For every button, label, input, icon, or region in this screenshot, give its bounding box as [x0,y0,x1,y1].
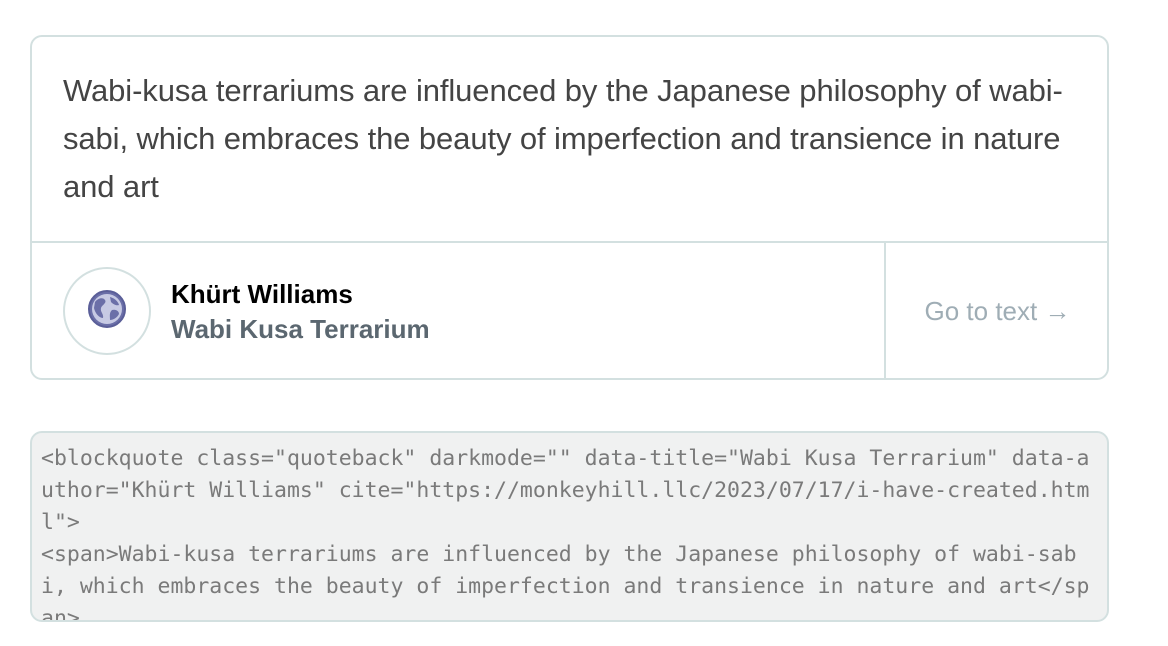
embed-code-box: <blockquote class="quoteback" darkmode="… [30,431,1109,622]
quoteback-card: Wabi-kusa terrariums are influenced by t… [30,35,1109,380]
author-name: Khürt Williams [171,279,353,309]
avatar [63,267,151,355]
quote-footer: Khürt Williams Wabi Kusa Terrarium Go to… [32,243,1107,378]
globe-icon [86,288,128,335]
go-to-text-link[interactable]: Go to text → [886,243,1107,378]
quote-text: Wabi-kusa terrariums are influenced by t… [63,73,1063,204]
source-title: Wabi Kusa Terrarium [171,314,430,344]
embed-code-text[interactable]: <blockquote class="quoteback" darkmode="… [41,443,1099,620]
